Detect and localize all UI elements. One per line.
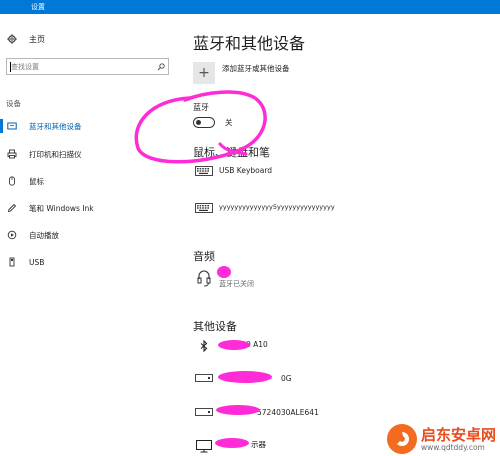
device-name: USB Keyboard — [219, 166, 273, 175]
device-item[interactable]: 0 A10 — [193, 339, 268, 352]
device-text: USB Keyboard — [219, 165, 272, 176]
section-title-audio: 音频 — [193, 250, 215, 263]
gear-icon — [6, 34, 18, 44]
drive-icon — [193, 408, 215, 416]
sidebar-item-label: 打印机和扫描仪 — [29, 149, 82, 159]
section-title-mouse-keyboard: 鼠标、键盘和笔 — [193, 146, 270, 159]
title-bar: 设置 — [0, 0, 500, 14]
device-text: yyyyyyyyyyyyyy5yyyyyyyyyyyyyyy — [219, 202, 335, 213]
device-name: yyyyyyyyyyyyyy5yyyyyyyyyyyyyyy — [219, 203, 335, 211]
printer-icon — [6, 149, 18, 159]
watermark-text: 启东安卓网 www.qdtddy.com — [421, 427, 496, 452]
device-text: 蓝牙已关闭 — [219, 268, 254, 290]
headset-icon — [193, 269, 215, 287]
bluetooth-devices-icon — [6, 121, 18, 131]
site-watermark: 启东安卓网 www.qdtddy.com — [386, 424, 496, 454]
device-name — [219, 268, 254, 279]
home-link[interactable]: 主页 — [6, 32, 45, 46]
sidebar-item-label: 蓝牙和其他设备 — [29, 121, 82, 131]
sidebar-item-label: USB — [29, 257, 45, 267]
device-item[interactable]: USB Keyboard — [193, 165, 272, 176]
bluetooth-state-label: 关 — [225, 118, 233, 127]
sidebar-item-label: 鼠标 — [29, 176, 44, 186]
device-status: 蓝牙已关闭 — [219, 280, 254, 288]
keyboard-icon — [193, 203, 215, 213]
watermark-url: www.qdtddy.com — [420, 442, 485, 452]
main-content: 蓝牙和其他设备 + 添加蓝牙或其他设备 蓝牙 关 鼠标、键盘和笔 USB Key… — [185, 14, 500, 456]
watermark-title: 启东安卓网 — [420, 425, 496, 444]
text-cursor — [10, 62, 11, 72]
window-title: 设置 — [31, 3, 45, 11]
sidebar-item-label: 自动播放 — [29, 230, 59, 240]
usb-icon — [6, 257, 18, 267]
bluetooth-icon — [193, 340, 215, 352]
page-title: 蓝牙和其他设备 — [193, 34, 306, 53]
device-item[interactable]: yyyyyyyyyyyyyy5yyyyyyyyyyyyyyy — [193, 202, 335, 213]
sidebar-item-pen[interactable]: 笔和 Windows Ink — [6, 201, 94, 215]
device-text: 0G — [219, 373, 292, 384]
device-item[interactable]: 示器 — [193, 439, 266, 453]
device-name: 示器 — [251, 440, 266, 449]
add-device-row[interactable]: + 添加蓝牙或其他设备 — [193, 62, 290, 84]
section-title-other-devices: 其他设备 — [193, 320, 237, 333]
device-name: 0 A10 — [246, 340, 268, 349]
device-item[interactable]: 蓝牙已关闭 — [193, 268, 254, 290]
autoplay-icon — [6, 230, 18, 240]
search-input[interactable] — [7, 62, 154, 71]
device-text: 5724030ALE641 — [219, 407, 319, 418]
section-label-devices: 设备 — [6, 99, 21, 108]
search-icon[interactable] — [154, 62, 168, 71]
pen-icon — [6, 203, 18, 213]
device-text: 示器 — [219, 439, 266, 450]
device-name: 5724030ALE641 — [257, 408, 319, 417]
keyboard-icon — [193, 166, 215, 176]
settings-search-box[interactable] — [6, 58, 169, 75]
sidebar: 主页 设备 蓝牙和其他设备 打印机和扫描仪 鼠标 笔和 Windows Ink — [0, 14, 185, 456]
device-name: 0G — [281, 374, 292, 383]
bluetooth-label: 蓝牙 — [193, 103, 209, 112]
sidebar-item-printers[interactable]: 打印机和扫描仪 — [6, 147, 82, 161]
add-device-label[interactable]: 添加蓝牙或其他设备 — [222, 63, 290, 74]
device-item[interactable]: 0G — [193, 373, 292, 384]
mouse-icon — [6, 176, 18, 186]
add-device-button[interactable]: + — [193, 62, 215, 84]
bluetooth-toggle-row: 关 — [193, 117, 233, 128]
sidebar-item-usb[interactable]: USB — [6, 255, 44, 269]
device-item[interactable]: 5724030ALE641 — [193, 407, 319, 418]
monitor-icon — [193, 440, 215, 453]
drive-icon — [193, 374, 215, 382]
sidebar-item-bluetooth[interactable]: 蓝牙和其他设备 — [0, 119, 82, 133]
home-label: 主页 — [29, 34, 45, 44]
bluetooth-toggle[interactable] — [193, 117, 215, 128]
device-text: 0 A10 — [219, 339, 268, 350]
sidebar-item-label: 笔和 Windows Ink — [29, 203, 94, 213]
watermark-logo-icon — [386, 424, 417, 454]
sidebar-item-mouse[interactable]: 鼠标 — [6, 174, 44, 188]
plus-icon: + — [198, 65, 210, 81]
sidebar-item-autoplay[interactable]: 自动播放 — [6, 228, 59, 242]
toggle-knob — [196, 119, 201, 125]
